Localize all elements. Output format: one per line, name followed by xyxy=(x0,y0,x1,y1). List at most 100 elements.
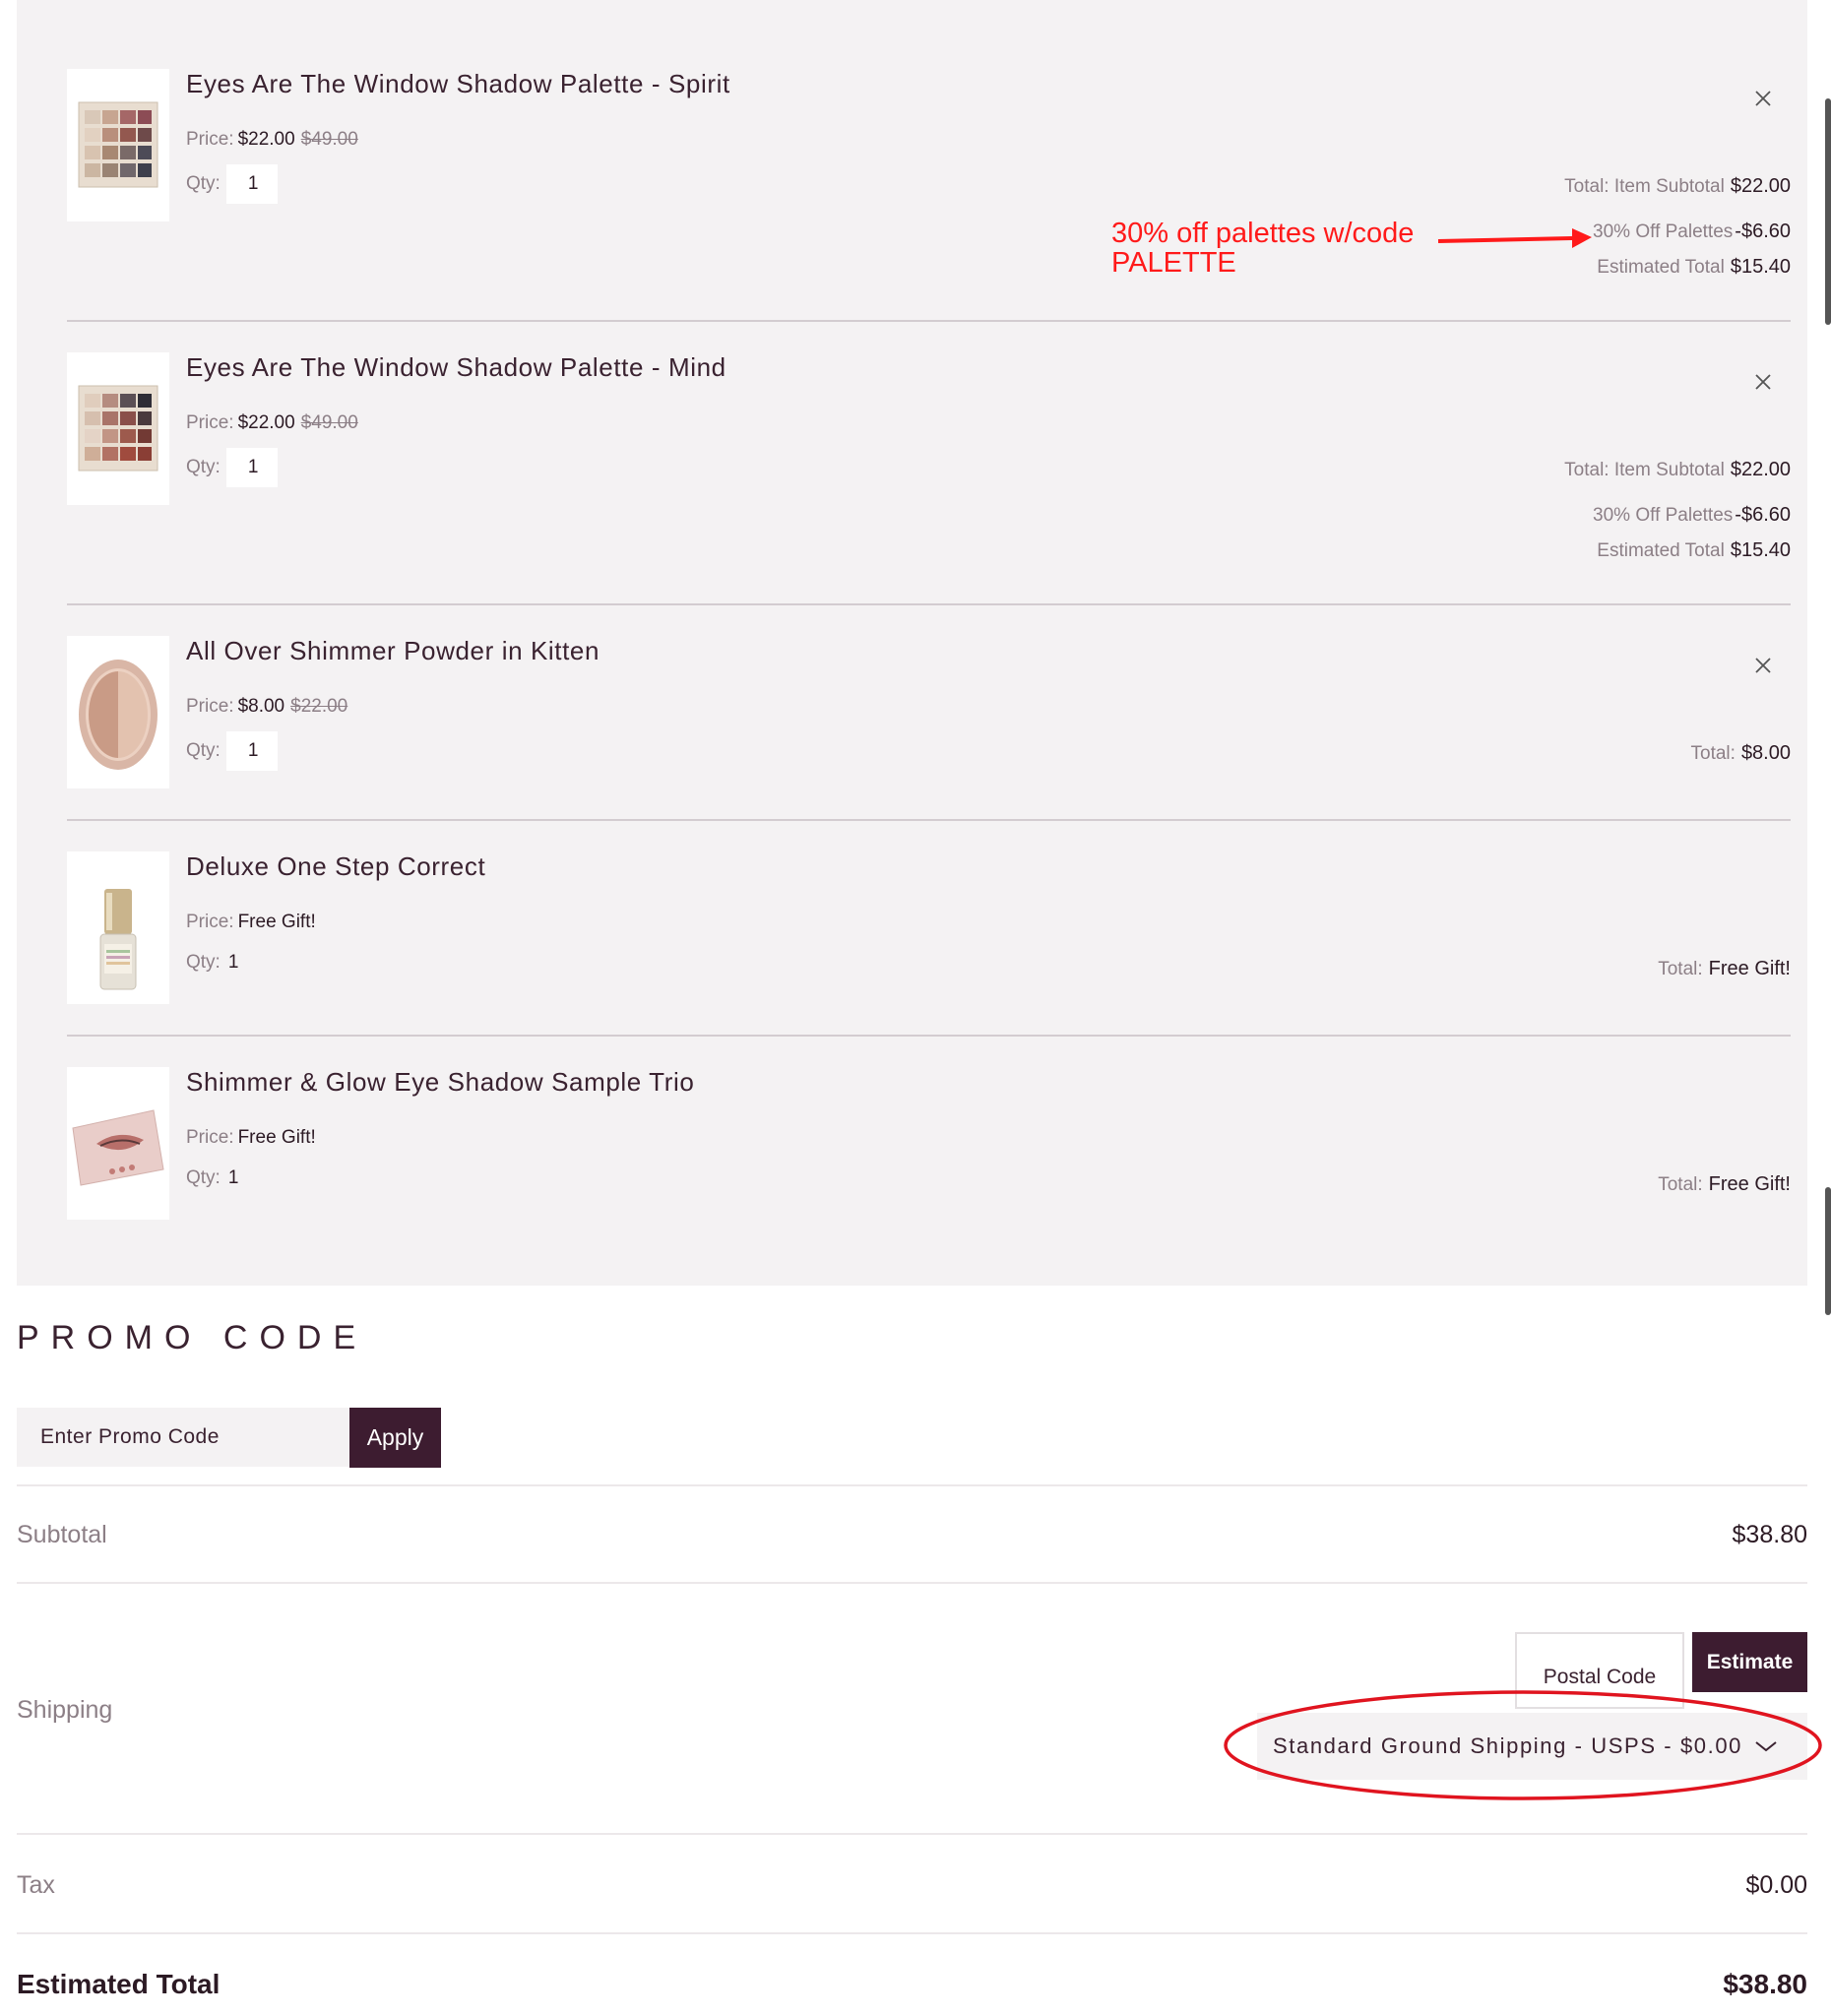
item-divider xyxy=(67,1035,1791,1037)
remove-item-button[interactable] xyxy=(1751,87,1775,110)
price-label: Price: xyxy=(186,696,234,717)
subtotal-label: Subtotal xyxy=(17,1521,107,1548)
price-value: Free Gift! xyxy=(237,912,316,932)
estimate-shipping-button[interactable]: Estimate xyxy=(1692,1632,1807,1692)
qty-value: 1 xyxy=(227,1167,239,1188)
product-thumbnail-palette[interactable] xyxy=(67,352,169,505)
annotation-note: 30% off palettes w/code PALETTE xyxy=(1111,219,1414,278)
original-price: $49.00 xyxy=(300,129,358,150)
qty-label: Qty: xyxy=(186,952,221,973)
qty-line: Qty: 1 xyxy=(186,448,278,487)
discount-label: 30% Off Palettes xyxy=(1593,505,1734,526)
price-label: Price: xyxy=(186,129,234,150)
close-icon xyxy=(1755,91,1771,106)
product-name[interactable]: Eyes Are The Window Shadow Palette - Min… xyxy=(186,352,726,383)
totals-row: 30% Off Palettes -$6.60 xyxy=(1564,220,1791,250)
cart-item: Deluxe One Step Correct Price: Free Gift!… xyxy=(67,851,1791,1009)
discount-label: 30% Off Palettes xyxy=(1593,221,1734,242)
tax-label: Tax xyxy=(17,1871,55,1899)
product-name[interactable]: Deluxe One Step Correct xyxy=(186,851,485,882)
qty-line: Qty: 1 xyxy=(186,164,278,204)
qty-input[interactable]: 1 xyxy=(225,731,278,771)
qty-value: 1 xyxy=(227,952,239,973)
close-icon xyxy=(1755,658,1771,673)
remove-item-button[interactable] xyxy=(1751,370,1775,394)
product-thumbnail-bottle[interactable] xyxy=(67,851,169,1004)
remove-item-button[interactable] xyxy=(1751,654,1775,677)
promo-code-input[interactable] xyxy=(17,1408,349,1467)
estimated-label: Estimated Total xyxy=(1597,257,1725,278)
totals-row: 30% Off Palettes -$6.60 xyxy=(1564,504,1791,534)
estimated-total-value: $38.80 xyxy=(1723,1969,1807,1999)
estimated-value: $15.40 xyxy=(1730,256,1791,278)
cart-item: Shimmer & Glow Eye Shadow Sample Trio Pr… xyxy=(67,1067,1791,1225)
totals-value: Free Gift! xyxy=(1708,1173,1791,1195)
item-totals: Total: Free Gift! xyxy=(1658,1173,1791,1196)
totals-label: Total: xyxy=(1690,743,1736,764)
original-price: $49.00 xyxy=(300,412,358,433)
product-thumbnail-palette[interactable] xyxy=(67,69,169,221)
price-line: Price: Free Gift! xyxy=(186,1127,316,1149)
price-line: Price: $22.00 $49.00 xyxy=(186,129,358,151)
price-label: Price: xyxy=(186,412,234,433)
item-divider xyxy=(67,320,1791,322)
price-value: Free Gift! xyxy=(237,1127,316,1148)
product-name[interactable]: Shimmer & Glow Eye Shadow Sample Trio xyxy=(186,1067,694,1098)
product-thumbnail-compact[interactable] xyxy=(67,636,169,788)
item-totals: Total: $8.00 xyxy=(1691,742,1791,765)
item-divider xyxy=(67,819,1791,821)
discount-value: -$6.60 xyxy=(1735,504,1791,526)
totals-label: Total: Item Subtotal xyxy=(1564,176,1725,197)
shipping-label: Shipping xyxy=(17,1696,113,1724)
totals-label: Total: Item Subtotal xyxy=(1564,460,1725,480)
totals-label: Total: xyxy=(1658,959,1703,979)
promo-code-heading: PROMO CODE xyxy=(17,1319,368,1356)
totals-row: Total: Free Gift! xyxy=(1658,958,1791,980)
qty-input[interactable]: 1 xyxy=(225,448,278,487)
totals-value: $22.00 xyxy=(1730,175,1791,197)
totals-value: Free Gift! xyxy=(1708,958,1791,979)
product-name[interactable]: Eyes Are The Window Shadow Palette - Spi… xyxy=(186,69,730,99)
totals-row: Total: Free Gift! xyxy=(1658,1173,1791,1196)
price-line: Price: $8.00 $22.00 xyxy=(186,696,347,718)
cart-item: All Over Shimmer Powder in Kitten Price:… xyxy=(67,636,1791,793)
price-line: Price: $22.00 $49.00 xyxy=(186,412,358,434)
qty-label: Qty: xyxy=(186,457,221,477)
totals-row: Total: $8.00 xyxy=(1691,742,1791,765)
apply-promo-button[interactable]: Apply xyxy=(349,1408,441,1468)
price-line: Price: Free Gift! xyxy=(186,912,316,933)
totals-value: $8.00 xyxy=(1740,742,1791,764)
qty-input[interactable]: 1 xyxy=(225,164,278,204)
original-price: $22.00 xyxy=(290,696,348,717)
qty-label: Qty: xyxy=(186,1167,221,1188)
annotation-line-2: PALETTE xyxy=(1111,247,1236,279)
cart-items-panel: Eyes Are The Window Shadow Palette - Spi… xyxy=(17,0,1807,1286)
item-totals: Total: Item Subtotal $22.00 30% Off Palet… xyxy=(1564,459,1791,569)
cart-item: Eyes Are The Window Shadow Palette - Min… xyxy=(67,352,1791,579)
item-totals: Total: Item Subtotal $22.00 30% Off Palet… xyxy=(1564,175,1791,285)
qty-line: Qty: 1 xyxy=(186,1167,238,1189)
sale-price: $8.00 xyxy=(237,696,285,717)
qty-label: Qty: xyxy=(186,173,221,194)
totals-value: $22.00 xyxy=(1730,459,1791,480)
totals-row: Estimated Total $15.40 xyxy=(1564,256,1791,285)
sale-price: $22.00 xyxy=(237,412,295,433)
sale-price: $22.00 xyxy=(237,129,295,150)
product-name[interactable]: All Over Shimmer Powder in Kitten xyxy=(186,636,600,666)
product-thumbnail-sample-card[interactable] xyxy=(67,1067,169,1220)
scrollbar-thumb[interactable] xyxy=(1825,98,1831,325)
price-label: Price: xyxy=(186,912,234,932)
item-divider xyxy=(67,603,1791,605)
summary-divider xyxy=(17,1833,1807,1835)
tax-value: $0.00 xyxy=(1745,1871,1807,1899)
totals-row: Estimated Total $15.40 xyxy=(1564,539,1791,569)
estimated-total-label: Estimated Total xyxy=(17,1969,221,1999)
qty-line: Qty: 1 xyxy=(186,731,278,771)
totals-label: Total: xyxy=(1658,1174,1703,1195)
scrollbar-thumb[interactable] xyxy=(1825,1187,1831,1315)
close-icon xyxy=(1755,374,1771,390)
totals-row: Total: Item Subtotal $22.00 xyxy=(1564,459,1791,488)
estimated-label: Estimated Total xyxy=(1597,540,1725,561)
price-label: Price: xyxy=(186,1127,234,1148)
cart-item: Eyes Are The Window Shadow Palette - Spi… xyxy=(67,69,1791,295)
